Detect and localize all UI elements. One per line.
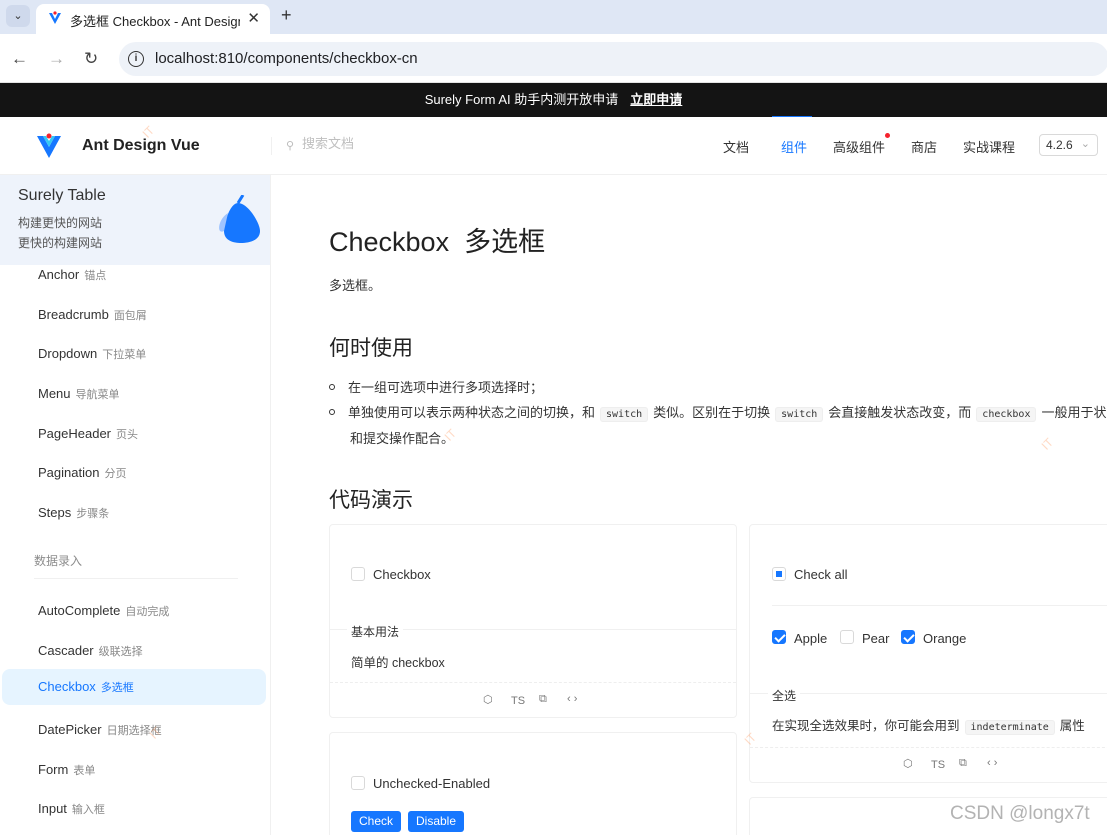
section-code-demos: 代码演示 bbox=[329, 489, 413, 512]
tab-close-icon[interactable]: ✕ bbox=[247, 9, 260, 27]
banner-apply-link[interactable]: 立即申请 bbox=[630, 92, 682, 107]
check-button[interactable]: Check bbox=[351, 811, 402, 832]
version-value: 4.2.6 bbox=[1046, 138, 1073, 152]
usage-bullet-2: 单独使用可以表示两种状态之间的切换，和 switch 类似。区别在于切换 switch… bbox=[329, 402, 1107, 422]
sidebar: Surely Table 构建更快的网站 更快的构建网站 Anchor 锚点 Br… bbox=[0, 175, 271, 835]
browser-tab-active[interactable]: 多选框 Checkbox - Ant Design Vue ✕ bbox=[36, 4, 270, 34]
menu-store[interactable]: 商店 bbox=[911, 137, 937, 156]
usage-bullet-1: 在一组可选项中进行多项选择时； bbox=[329, 377, 543, 396]
demo-check-all: Check all Apple Pear Orange 全选 在实现全选效果时，… bbox=[749, 524, 1107, 783]
ts-toggle[interactable]: TS bbox=[931, 759, 945, 771]
controlled-checkbox[interactable] bbox=[351, 776, 365, 790]
expand-code-icon[interactable]: ‹ › bbox=[567, 693, 577, 705]
demo-divider bbox=[750, 693, 1107, 694]
announcement-banner: Surely Form AI 助手内测开放申请 立即申请 bbox=[0, 83, 1107, 117]
chevron-down-icon: ⌄ bbox=[1080, 138, 1090, 150]
url-text[interactable]: localhost:810/components/checkbox-cn bbox=[155, 50, 418, 67]
demo-actions-divider bbox=[330, 682, 736, 683]
ts-toggle[interactable]: TS bbox=[511, 695, 525, 707]
tab-search-dropdown-icon[interactable]: ⌄ bbox=[6, 5, 30, 27]
csdn-credit-watermark: CSDN @longx7t bbox=[950, 803, 1090, 824]
demo-controlled: Unchecked-Enabled Check Disable bbox=[329, 732, 737, 835]
banner-text: Surely Form AI 助手内测开放申请 bbox=[424, 92, 619, 107]
menu-components[interactable]: 组件 bbox=[781, 137, 807, 156]
sidebar-item-form[interactable]: Form 表单 bbox=[2, 752, 266, 788]
search-input[interactable] bbox=[302, 136, 502, 151]
search-icon: ⚲ bbox=[286, 140, 295, 152]
controlled-checkbox-label[interactable]: Unchecked-Enabled bbox=[373, 776, 490, 791]
main-content: Checkbox 多选框 多选框。 何时使用 在一组可选项中进行多项选择时； 单… bbox=[272, 175, 1107, 835]
sidebar-item-dropdown[interactable]: Dropdown 下拉菜单 bbox=[2, 336, 266, 372]
browser-tab-bar: ⌄ 多选框 Checkbox - Ant Design Vue ✕ + bbox=[0, 0, 1107, 34]
new-tab-button[interactable]: + bbox=[281, 5, 292, 26]
back-icon[interactable]: ← bbox=[11, 49, 28, 69]
check-all-label[interactable]: Check all bbox=[794, 567, 847, 582]
sidebar-item-anchor[interactable]: Anchor 锚点 bbox=[2, 257, 266, 293]
demo-basic-title: 基本用法 bbox=[347, 623, 404, 640]
demo-actions-divider bbox=[750, 747, 1107, 748]
sidebar-item-datepicker[interactable]: DatePicker 日期选择框 bbox=[2, 712, 266, 748]
sidebar-item-input[interactable]: Input 输入框 bbox=[2, 791, 266, 827]
copy-code-icon[interactable]: ⧉ bbox=[539, 693, 547, 706]
address-bar[interactable]: i localhost:810/components/checkbox-cn bbox=[119, 42, 1107, 76]
copy-code-icon[interactable]: ⧉ bbox=[959, 757, 967, 770]
check-all-checkbox[interactable] bbox=[772, 567, 786, 581]
sidebar-group-data-entry: 数据录入 bbox=[34, 554, 83, 568]
promo-line-1: 构建更快的网站 bbox=[18, 216, 103, 230]
sidebar-item-autocomplete[interactable]: AutoComplete 自动完成 bbox=[2, 593, 266, 629]
antdv-favicon-icon bbox=[49, 11, 61, 24]
sidebar-item-breadcrumb[interactable]: Breadcrumb 面包屑 bbox=[2, 297, 266, 333]
basic-checkbox-label[interactable]: Checkbox bbox=[373, 567, 431, 582]
apple-label[interactable]: Apple bbox=[794, 631, 827, 646]
site-info-icon[interactable]: i bbox=[128, 51, 144, 67]
orange-checkbox[interactable] bbox=[901, 630, 915, 644]
version-select[interactable]: 4.2.6 ⌄ bbox=[1039, 134, 1098, 156]
codesandbox-icon[interactable]: ⬡ bbox=[903, 757, 913, 770]
header-divider bbox=[271, 137, 272, 155]
sidebar-item-menu[interactable]: Menu 导航菜单 bbox=[2, 376, 266, 412]
pear-label[interactable]: Pear bbox=[862, 631, 889, 646]
forward-icon[interactable]: → bbox=[48, 49, 65, 69]
address-toolbar: ← → ↻ i localhost:810/components/checkbo… bbox=[0, 34, 1107, 83]
sidebar-item-pagination[interactable]: Pagination 分页 bbox=[2, 455, 266, 491]
pear-logo-icon bbox=[219, 195, 260, 243]
demo-check-all-desc: 在实现全选效果时，你可能会用到 indeterminate 属性 bbox=[772, 719, 1085, 735]
site-header: Ant Design Vue ⚲ 文档 组件 高级组件 商店 实战课程 4.2.… bbox=[0, 117, 1107, 175]
sidebar-item-pageheader[interactable]: PageHeader 页头 bbox=[2, 416, 266, 452]
page-subtitle: 多选框。 bbox=[329, 278, 382, 293]
promo-line-2: 更快的构建网站 bbox=[18, 236, 103, 250]
demo-basic: Checkbox 基本用法 简单的 checkbox ⬡ TS ⧉ ‹ › bbox=[329, 524, 737, 718]
menu-advanced-components[interactable]: 高级组件 bbox=[833, 137, 885, 156]
promo-title: Surely Table bbox=[18, 187, 106, 204]
page-title: Checkbox 多选框 bbox=[329, 227, 546, 257]
basic-checkbox[interactable] bbox=[351, 567, 365, 581]
orange-label[interactable]: Orange bbox=[923, 631, 966, 646]
usage-bullet-2-continued: 和提交操作配合。 bbox=[350, 431, 455, 446]
demo-check-all-title: 全选 bbox=[768, 687, 801, 704]
sidebar-item-checkbox[interactable]: Checkbox 多选框 bbox=[2, 669, 266, 705]
brand-name[interactable]: Ant Design Vue bbox=[82, 137, 200, 155]
group-divider bbox=[34, 578, 238, 579]
new-badge-dot bbox=[885, 133, 890, 138]
disable-button[interactable]: Disable bbox=[408, 811, 465, 832]
menu-courses[interactable]: 实战课程 bbox=[963, 137, 1015, 156]
pear-checkbox[interactable] bbox=[840, 630, 854, 644]
demo-basic-desc: 简单的 checkbox bbox=[351, 656, 445, 670]
antdv-logo-icon[interactable] bbox=[36, 132, 62, 160]
sidebar-item-steps[interactable]: Steps 步骤条 bbox=[2, 495, 266, 531]
surely-table-promo[interactable]: Surely Table 构建更快的网站 更快的构建网站 bbox=[0, 175, 270, 265]
tab-title: 多选框 Checkbox - Ant Design Vue bbox=[70, 14, 240, 29]
menu-docs[interactable]: 文档 bbox=[723, 137, 749, 156]
reload-icon[interactable]: ↻ bbox=[84, 49, 98, 69]
sidebar-item-cascader[interactable]: Cascader 级联选择 bbox=[2, 633, 266, 669]
expand-code-icon[interactable]: ‹ › bbox=[987, 757, 997, 769]
section-when-to-use: 何时使用 bbox=[329, 337, 413, 360]
codesandbox-icon[interactable]: ⬡ bbox=[483, 693, 493, 706]
apple-checkbox[interactable] bbox=[772, 630, 786, 644]
check-all-divider bbox=[772, 605, 1107, 606]
